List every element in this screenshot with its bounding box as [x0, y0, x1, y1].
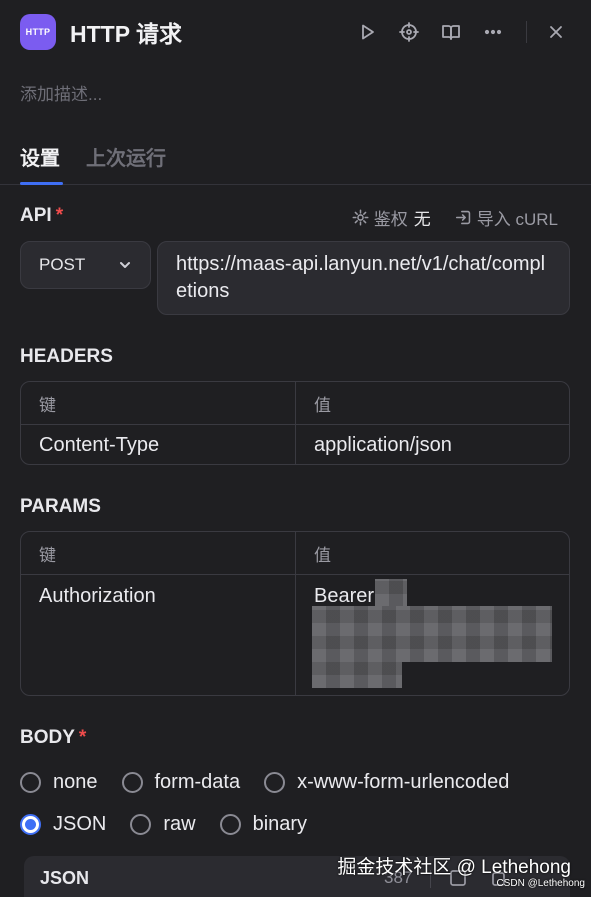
params-label: PARAMS — [20, 496, 101, 517]
play-icon — [362, 24, 374, 40]
param-value-text: Bearer — [314, 585, 375, 607]
chevron-down-icon — [120, 262, 130, 268]
radio-label: binary — [252, 813, 308, 835]
close-button[interactable] — [541, 14, 571, 50]
method-select[interactable]: POST — [20, 241, 151, 289]
tab-bar: 设置 上次运行 — [0, 138, 591, 185]
node-title[interactable]: HTTP 请求 — [70, 15, 182, 49]
redacted-token — [375, 579, 407, 607]
description-input[interactable]: 添加描述... — [20, 80, 102, 105]
import-curl-label: 导入 cURL — [476, 210, 558, 229]
api-actions: 鉴权 无 导入 cURL — [352, 205, 558, 230]
body-label: BODY — [20, 727, 75, 748]
body-type-options: none form-data x-www-form-urlencoded — [20, 771, 533, 794]
radio-label: JSON — [53, 813, 107, 835]
radio-circle-checked — [20, 814, 41, 835]
radio-x-www-form-urlencoded[interactable]: x-www-form-urlencoded — [264, 771, 509, 794]
radio-json[interactable]: JSON — [20, 813, 106, 836]
auth-label: 鉴权 — [373, 210, 408, 229]
redacted-token — [312, 660, 402, 688]
radio-circle — [130, 814, 152, 835]
required-mark: * — [78, 727, 87, 748]
radio-circle — [20, 772, 41, 793]
radio-circle — [219, 814, 241, 835]
radio-label: form-data — [154, 771, 241, 793]
table-header-row: 键 值 — [21, 532, 569, 575]
radio-circle — [264, 772, 286, 793]
watermark: 掘金技术社区 @ Lethehong — [337, 857, 571, 878]
radio-label: raw — [163, 813, 196, 835]
required-mark: * — [55, 205, 64, 226]
radio-label: x-www-form-urlencoded — [297, 771, 510, 793]
docs-button[interactable] — [430, 14, 472, 50]
method-value: POST — [39, 255, 86, 274]
column-header-value: 值 — [295, 532, 569, 574]
column-header-key: 键 — [39, 395, 56, 415]
url-input[interactable]: https://maas-api.lanyun.net/v1/chat/comp… — [157, 241, 570, 315]
radio-none[interactable]: none — [20, 771, 98, 794]
column-header-key: 键 — [39, 545, 56, 565]
book-icon — [442, 25, 460, 40]
radio-label: none — [53, 771, 98, 793]
more-icon — [484, 29, 502, 35]
http-icon-text: HTTP — [25, 27, 51, 37]
locate-button[interactable] — [388, 14, 430, 50]
header-key-cell[interactable]: Content-Type — [21, 425, 295, 464]
radio-circle — [121, 772, 143, 793]
api-section-label: API * — [20, 205, 63, 227]
headers-label: HEADERS — [20, 346, 113, 367]
gear-icon — [352, 209, 369, 226]
more-button[interactable] — [472, 14, 514, 50]
json-editor-label: JSON — [40, 868, 90, 888]
body-section-label: BODY * — [20, 727, 86, 749]
auth-value: 无 — [413, 210, 431, 229]
body-type-options: JSON raw binary — [20, 813, 331, 836]
table-header-row: 键 值 — [21, 382, 569, 425]
table-row: Content-Type application/json — [21, 425, 569, 464]
param-key-cell[interactable]: Authorization — [21, 575, 295, 695]
header-divider — [526, 21, 527, 43]
tab-settings[interactable]: 设置 — [20, 142, 60, 171]
close-icon — [550, 26, 562, 38]
radio-form-data[interactable]: form-data — [121, 771, 241, 794]
http-node-icon: HTTP — [20, 14, 56, 50]
import-curl-button[interactable]: 导入 cURL — [455, 205, 558, 230]
tab-last-run[interactable]: 上次运行 — [86, 142, 166, 171]
api-label: API — [20, 205, 52, 226]
auth-button[interactable]: 鉴权 无 — [352, 205, 431, 230]
header-value-cell[interactable]: application/json — [295, 425, 569, 464]
radio-binary[interactable]: binary — [219, 813, 308, 836]
header-actions — [346, 14, 571, 50]
import-icon — [455, 210, 470, 225]
redacted-token — [312, 606, 552, 662]
radio-raw[interactable]: raw — [130, 813, 196, 836]
locate-icon — [399, 22, 419, 42]
column-header-value: 值 — [295, 382, 569, 424]
active-tab-indicator — [20, 182, 63, 185]
headers-table: 键 值 Content-Type application/json — [20, 381, 570, 465]
run-button[interactable] — [346, 14, 388, 50]
watermark-small: CSDN @Lethehong — [496, 878, 585, 889]
node-header: HTTP HTTP 请求 — [20, 14, 571, 50]
